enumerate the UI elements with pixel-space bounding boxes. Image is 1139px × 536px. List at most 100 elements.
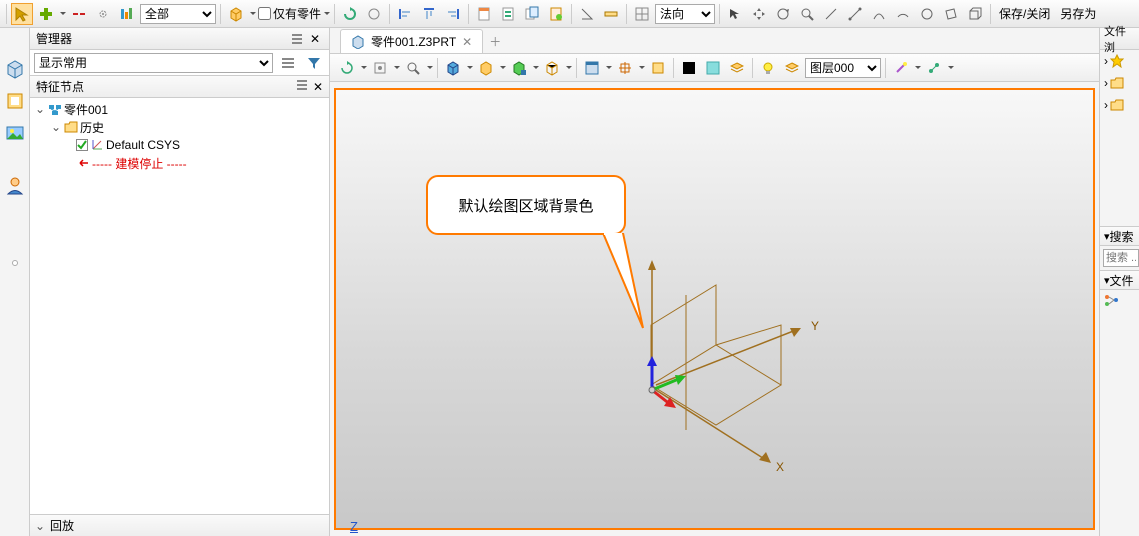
dropdown-arrow[interactable]	[605, 57, 612, 79]
dash-tool-button[interactable]	[68, 3, 90, 25]
arc-button[interactable]	[892, 3, 914, 25]
tree-history-row[interactable]: ⌄ 历史	[30, 118, 329, 136]
dropdown-arrow[interactable]	[249, 3, 256, 25]
tree-options-icon[interactable]	[277, 52, 299, 74]
dropdown-arrow[interactable]	[499, 57, 506, 79]
separator	[468, 4, 469, 24]
box-button[interactable]	[964, 3, 986, 25]
cube-button[interactable]	[225, 3, 247, 25]
section-view-icon[interactable]	[647, 57, 669, 79]
checkbox-checked-icon[interactable]	[76, 139, 88, 151]
measure-icon[interactable]	[923, 57, 945, 79]
dropdown-arrow[interactable]	[323, 3, 330, 25]
line2-button[interactable]	[844, 3, 866, 25]
expand-icon[interactable]: ⌄	[34, 519, 46, 533]
right-nav-item[interactable]: ›	[1100, 72, 1139, 94]
align-right-button[interactable]	[442, 3, 464, 25]
search-section-header[interactable]: ▾ 搜索	[1100, 226, 1139, 246]
cyan-swatch-icon[interactable]	[702, 57, 724, 79]
plane-button[interactable]	[940, 3, 962, 25]
arrow-button[interactable]	[724, 3, 746, 25]
dropdown-arrow[interactable]	[360, 57, 367, 79]
wire-cube-icon[interactable]	[475, 57, 497, 79]
viewport[interactable]: 默认绘图区域背景色	[334, 88, 1095, 530]
doc4-button[interactable]	[545, 3, 567, 25]
ruler-button[interactable]	[600, 3, 622, 25]
wand-icon[interactable]	[890, 57, 912, 79]
playback-bar[interactable]: ⌄ 回放	[30, 514, 329, 536]
dropdown-arrow[interactable]	[638, 57, 645, 79]
dropdown-arrow[interactable]	[59, 3, 66, 25]
dropdown-arrow[interactable]	[565, 57, 572, 79]
section-menu-icon[interactable]	[297, 80, 311, 94]
right-nav-item[interactable]: ›	[1100, 94, 1139, 116]
grid-button[interactable]	[631, 3, 653, 25]
filter-select[interactable]: 全部	[140, 4, 216, 24]
assembly-nav-icon[interactable]	[2, 90, 28, 112]
iso-cube-icon[interactable]	[541, 57, 563, 79]
right-nav-item[interactable]: ›	[1100, 50, 1139, 72]
filter-icon[interactable]	[303, 52, 325, 74]
expand-icon[interactable]: ⌄	[34, 102, 46, 116]
add-tool-button[interactable]	[35, 3, 57, 25]
only-parts-checkbox[interactable]: 仅有零件	[258, 5, 321, 22]
green-cube-icon[interactable]	[508, 57, 530, 79]
align-top-button[interactable]	[418, 3, 440, 25]
files-section-header[interactable]: ▾ 文件	[1100, 270, 1139, 290]
zoom-tool-icon[interactable]	[402, 57, 424, 79]
bars-tool-button[interactable]	[116, 3, 138, 25]
align-left-button[interactable]	[394, 3, 416, 25]
point-tool-button[interactable]	[92, 3, 114, 25]
user-nav-icon[interactable]	[2, 174, 28, 196]
panel-menu-icon[interactable]	[289, 31, 305, 47]
layer-stack-icon[interactable]	[726, 57, 748, 79]
doc3-button[interactable]	[521, 3, 543, 25]
doc2-button[interactable]	[497, 3, 519, 25]
window-icon[interactable]	[581, 57, 603, 79]
shaded-cube-icon[interactable]	[442, 57, 464, 79]
zoom-button[interactable]	[796, 3, 818, 25]
black-swatch-icon[interactable]	[678, 57, 700, 79]
tree-csys-row[interactable]: Default CSYS	[30, 136, 329, 154]
doc1-button[interactable]	[473, 3, 495, 25]
add-tab-button[interactable]: ＋	[483, 29, 507, 53]
display-mode-select[interactable]: 显示常用	[34, 53, 273, 73]
dropdown-arrow[interactable]	[426, 57, 433, 79]
dropdown-arrow[interactable]	[393, 57, 400, 79]
view-fit-icon[interactable]	[369, 57, 391, 79]
section-close-icon[interactable]: ✕	[313, 80, 323, 94]
view-refresh-icon[interactable]	[336, 57, 358, 79]
dropdown-arrow[interactable]	[914, 57, 921, 79]
angle-button[interactable]	[576, 3, 598, 25]
tree-modelstop-row[interactable]: ----- 建模停止 -----	[30, 154, 329, 172]
normal-select[interactable]: 法向	[655, 4, 715, 24]
dropdown-arrow[interactable]	[947, 57, 954, 79]
save-close-button[interactable]: 保存/关闭	[995, 5, 1054, 22]
feature-section-header[interactable]: 特征节点 ✕	[30, 76, 329, 98]
files-tree-icon[interactable]	[1100, 290, 1139, 312]
layer-select[interactable]: 图层000	[805, 58, 881, 78]
move-button[interactable]	[748, 3, 770, 25]
search-input[interactable]	[1103, 249, 1139, 267]
part-nav-icon[interactable]	[2, 58, 28, 80]
select-tool-button[interactable]	[11, 3, 33, 25]
image-nav-icon[interactable]	[2, 122, 28, 144]
layer-stack2-icon[interactable]	[781, 57, 803, 79]
splitter-handle[interactable]	[12, 260, 18, 266]
panel-close-icon[interactable]: ✕	[307, 31, 323, 47]
save-as-button[interactable]: 另存为	[1056, 5, 1100, 22]
line-button[interactable]	[820, 3, 842, 25]
circle-button[interactable]	[916, 3, 938, 25]
tree-root-row[interactable]: ⌄ 零件001	[30, 100, 329, 118]
tab-close-icon[interactable]: ✕	[462, 35, 472, 49]
plane-view-icon[interactable]	[614, 57, 636, 79]
rotate-button[interactable]	[772, 3, 794, 25]
curve-button[interactable]	[868, 3, 890, 25]
lightbulb-icon[interactable]	[757, 57, 779, 79]
refresh-button[interactable]	[339, 3, 361, 25]
dropdown-arrow[interactable]	[466, 57, 473, 79]
tool-button[interactable]	[363, 3, 385, 25]
dropdown-arrow[interactable]	[532, 57, 539, 79]
document-tab[interactable]: 零件001.Z3PRT ✕	[340, 29, 483, 53]
expand-icon[interactable]: ⌄	[50, 120, 62, 134]
